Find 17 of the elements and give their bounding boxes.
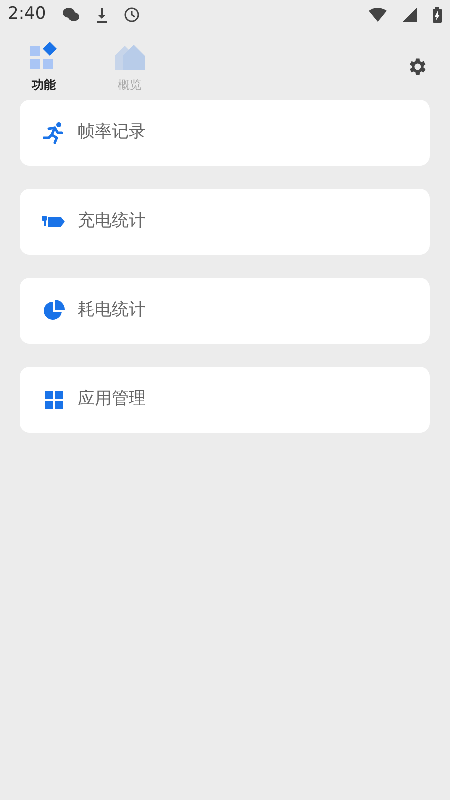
download-icon bbox=[96, 7, 108, 23]
house-icon bbox=[113, 42, 147, 72]
menu-card[interactable]: 应用管理 bbox=[20, 367, 430, 433]
nav-tab[interactable]: 功能 bbox=[22, 42, 66, 94]
menu-card[interactable]: 帧率记录 bbox=[20, 100, 430, 166]
blocks-icon bbox=[28, 42, 60, 72]
wifi-icon bbox=[369, 8, 387, 22]
clock-icon bbox=[124, 7, 140, 23]
battery-icon bbox=[433, 7, 442, 23]
running-figure-icon bbox=[43, 122, 65, 144]
menu-card[interactable]: 充电统计 bbox=[20, 189, 430, 255]
menu-card[interactable]: 耗电统计 bbox=[20, 278, 430, 344]
pie-chart-icon bbox=[43, 300, 65, 322]
signal-icon bbox=[403, 8, 417, 22]
chat-icon bbox=[62, 7, 80, 23]
grid-icon bbox=[45, 391, 63, 409]
status-time: 2:40 bbox=[8, 3, 46, 26]
